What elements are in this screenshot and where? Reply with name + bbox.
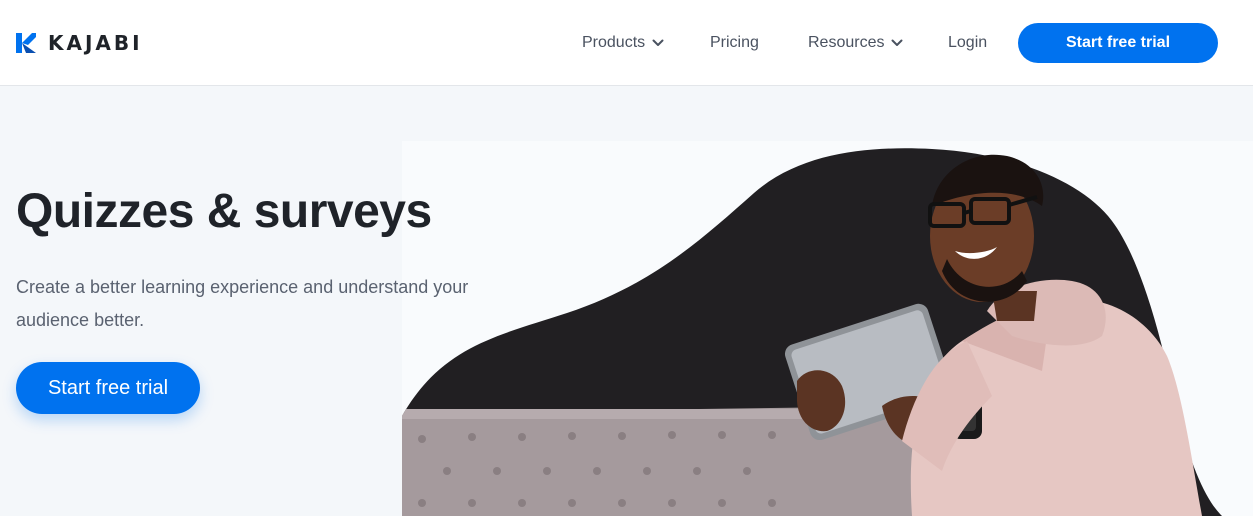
start-free-trial-hero-button[interactable]: Start free trial <box>16 362 200 414</box>
kajabi-logo-icon <box>16 33 36 53</box>
chevron-down-icon <box>652 39 664 46</box>
nav-resources[interactable]: Resources <box>808 30 903 56</box>
start-free-trial-header-button[interactable]: Start free trial <box>1018 23 1218 63</box>
nav-login[interactable]: Login <box>948 30 987 56</box>
nav-pricing[interactable]: Pricing <box>710 30 759 56</box>
nav-login-label: Login <box>948 34 988 51</box>
nav-pricing-label: Pricing <box>710 34 759 51</box>
chevron-down-icon <box>891 39 903 46</box>
site-header: KAJABI Products Pricing Resources Login … <box>0 0 1253 86</box>
sofa <box>402 406 962 516</box>
hero-illustration <box>402 148 1222 516</box>
nav-products[interactable]: Products <box>582 30 664 56</box>
nav-products-label: Products <box>582 34 646 51</box>
hero-title: Quizzes & surveys <box>16 185 432 238</box>
brand-name: KAJABI <box>48 31 143 55</box>
nav-resources-label: Resources <box>808 34 885 51</box>
hero-section: Quizzes & surveys Create a better learni… <box>0 86 1253 516</box>
kajabi-logo[interactable]: KAJABI <box>16 31 143 55</box>
